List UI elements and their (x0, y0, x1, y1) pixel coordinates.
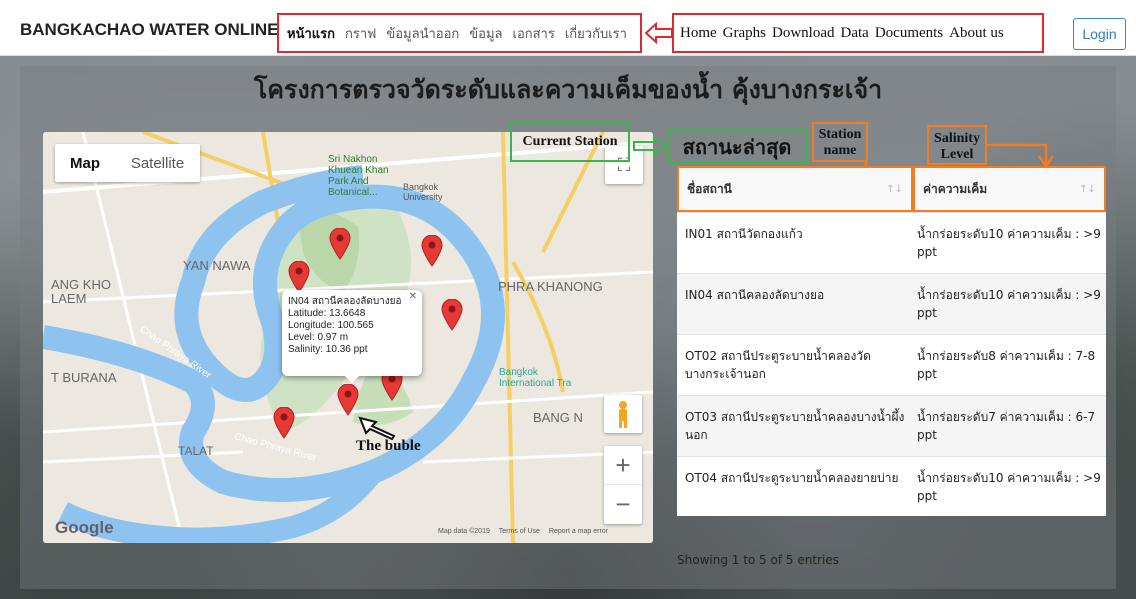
cell-station: OT03 สถานีประตูระบายน้ำคลองบางน้ำผึ้งนอก (685, 410, 905, 442)
nav-thai-download[interactable]: ข้อมูลนำออก (386, 23, 459, 44)
cell-station: IN04 สถานีคลองลัดบางยอ (685, 288, 825, 302)
login-button[interactable]: Login (1073, 18, 1126, 50)
nav-thai-documents[interactable]: เอกสาร (513, 23, 555, 44)
table-info: Showing 1 to 5 of 5 entries (677, 553, 839, 567)
info-level: Level: 0.97 m (288, 332, 349, 343)
cell-salinity: น้ำกร่อยระดับ8 ค่าความเค็ม : 7-8 ppt (917, 349, 1096, 381)
map-label-talat: TALAT (178, 444, 214, 458)
table-row[interactable]: OT04 สถานีประตูระบายน้ำคลองยายบ่าย น้ำกร… (677, 456, 1106, 516)
map-pin-icon[interactable] (273, 407, 295, 439)
current-station-annotation: Current Station (510, 122, 630, 162)
nav-graphs[interactable]: Graphs (723, 25, 766, 42)
page-title: โครงการตรวจวัดระดับและความเค็มของน้ำ คุ้… (253, 75, 883, 104)
map-label-angkho: ANG KHO LAEM (51, 277, 111, 306)
column-header-salinity-label: ค่าความเค็ม (923, 181, 988, 196)
map-label-university: Bangkok University (403, 182, 443, 202)
map-pin-icon[interactable] (288, 261, 310, 293)
map-type-map-button[interactable]: Map (55, 144, 115, 182)
zoom-control: + − (604, 446, 642, 524)
nav-thai-about[interactable]: เกี่ยวกับเรา (565, 23, 627, 44)
bubble-annotation: The buble (356, 438, 421, 454)
terms-link[interactable]: Terms of Use (499, 528, 540, 535)
red-double-arrow-icon (644, 22, 673, 44)
nav-data[interactable]: Data (841, 25, 869, 42)
nav-thai-graphs[interactable]: กราฟ (345, 23, 376, 44)
table-row[interactable]: OT03 สถานีประตูระบายน้ำคลองบางน้ำผึ้งนอก… (677, 395, 1106, 456)
zoom-out-button[interactable]: − (604, 485, 642, 524)
map-label-park: Sri Nakhon Khuean Khan Park And Botanical..… (328, 154, 389, 198)
column-header-salinity[interactable]: ค่าความเค็ม ↑↓ (913, 166, 1106, 212)
info-window-tail (344, 375, 360, 383)
station-name-annotation: Station name (812, 122, 868, 162)
map-view[interactable]: Sri Nakhon Khuean Khan Park And Botanical..… (43, 132, 653, 543)
map-footer: Map data ©2019 Terms of Use Report a map… (438, 528, 615, 535)
google-logo[interactable]: Google (55, 518, 114, 538)
map-pin-icon[interactable] (441, 299, 463, 331)
zoom-in-button[interactable]: + (604, 446, 642, 485)
cell-station: OT04 สถานีประตูระบายน้ำคลองยายบ่าย (685, 471, 899, 485)
map-pin-icon[interactable] (421, 235, 443, 267)
cell-salinity: น้ำกร่อยระดับ10 ค่าความเค็ม : >9 ppt (917, 288, 1101, 320)
sort-icon[interactable]: ↑↓ (886, 184, 903, 195)
map-label-bangkok-intl: Bangkok International Tra (499, 367, 572, 389)
map-label-bangn: BANG N (533, 410, 583, 425)
black-arrow-icon (358, 416, 396, 440)
info-latitude: Latitude: 13.6648 (288, 308, 366, 319)
map-info-window: ✕ IN04 สถานีคลองลัดบางยอ Latitude: 13.66… (282, 290, 422, 383)
station-status-table: ชื่อสถานี ↑↓ ค่าความเค็ม ↑↓ IN01 สถานีวั… (677, 166, 1106, 516)
pegman-icon[interactable] (604, 395, 642, 433)
nav-thai-menu: หน้าแรก กราฟ ข้อมูลนำออก ข้อมูล เอกสาร เ… (277, 13, 642, 53)
cell-station: IN01 สถานีวัดกองแก้ว (685, 227, 803, 241)
table-row[interactable]: IN01 สถานีวัดกองแก้ว น้ำกร่อยระดับ10 ค่า… (677, 212, 1106, 273)
column-header-station-label: ชื่อสถานี (687, 181, 732, 196)
nav-thai-data[interactable]: ข้อมูล (469, 23, 502, 44)
map-label-tburana: T BURANA (51, 370, 117, 385)
nav-download[interactable]: Download (772, 25, 835, 42)
info-longitude: Longitude: 100.565 (288, 320, 374, 331)
map-type-satellite-button[interactable]: Satellite (115, 144, 200, 182)
map-label-yannawa: YAN NAWA (183, 258, 251, 273)
map-label-phrakhanong: PHRA KHANONG (498, 279, 603, 294)
nav-thai-home[interactable]: หน้าแรก (287, 23, 335, 44)
map-pin-icon[interactable] (329, 228, 351, 260)
sort-icon[interactable]: ↑↓ (1079, 184, 1096, 195)
table-row[interactable]: IN04 สถานีคลองลัดบางยอ น้ำกร่อยระดับ10 ค… (677, 273, 1106, 334)
column-header-station[interactable]: ชื่อสถานี ↑↓ (677, 166, 913, 212)
status-heading: สถานะล่าสุด (667, 129, 807, 164)
cell-salinity: น้ำกร่อยระดับ7 ค่าความเค็ม : 6-7 ppt (917, 410, 1096, 442)
report-error-link[interactable]: Report a map error (549, 528, 608, 535)
close-icon[interactable]: ✕ (409, 291, 417, 303)
map-pin-icon[interactable] (337, 384, 359, 416)
green-double-arrow-icon (633, 135, 668, 157)
map-type-toggle: Map Satellite (55, 144, 200, 182)
info-salinity: Salinity: 10.36 ppt (288, 344, 368, 355)
cell-salinity: น้ำกร่อยระดับ10 ค่าความเค็ม : >9 ppt (917, 227, 1101, 259)
cell-salinity: น้ำกร่อยระดับ10 ค่าความเค็ม : >9 ppt (917, 471, 1101, 503)
nav-english-menu: Home Graphs Download Data Documents Abou… (672, 13, 1044, 53)
nav-home[interactable]: Home (680, 25, 717, 42)
nav-documents[interactable]: Documents (875, 25, 943, 42)
navbar: BANGKACHAO WATER ONLINE หน้าแรก กราฟ ข้อ… (0, 0, 1136, 56)
nav-about[interactable]: About us (949, 25, 1004, 42)
map-data-credit: Map data ©2019 (438, 528, 490, 535)
cell-station: OT02 สถานีประตูระบายน้ำคลองวัดบางกระเจ้า… (685, 349, 871, 381)
brand-logo[interactable]: BANGKACHAO WATER ONLINE (20, 20, 278, 40)
table-row[interactable]: OT02 สถานีประตูระบายน้ำคลองวัดบางกระเจ้า… (677, 334, 1106, 395)
salinity-level-annotation: Salinity Level (927, 125, 987, 165)
info-station-name: IN04 สถานีคลองลัดบางยอ (288, 296, 402, 307)
